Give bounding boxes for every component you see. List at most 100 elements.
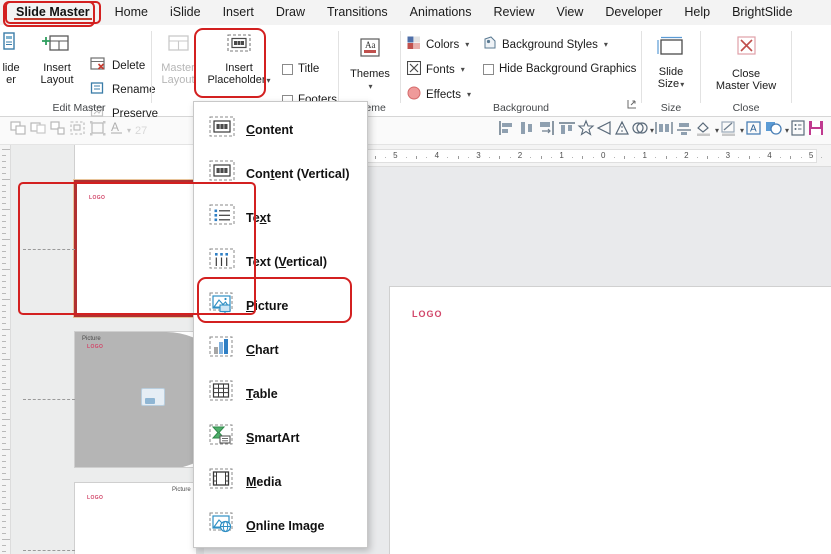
menu-item-media[interactable]: Media <box>194 460 367 504</box>
insert-placeholder-dropdown[interactable]: Content Content (Vertical) Text Text (Verti… <box>193 101 368 548</box>
thumbnail-list: LOGO Picture LOGO Picture LOGO <box>11 145 196 554</box>
tab-view[interactable]: View <box>546 0 595 25</box>
master-layout-button[interactable]: Master Layout <box>156 33 200 87</box>
ruler-tick <box>800 157 802 158</box>
rename-master-button[interactable]: Rename <box>90 81 155 99</box>
close-master-view-label-1: Close <box>731 67 761 80</box>
fill-color-icon[interactable] <box>694 119 714 142</box>
tab-draw[interactable]: Draw <box>265 0 316 25</box>
thumbnail-layout-4[interactable]: Picture LOGO <box>74 482 196 554</box>
insert-placeholder-button[interactable]: Insert Placeholder▾ <box>200 33 278 88</box>
tab-help[interactable]: Help <box>673 0 721 25</box>
menu-item-online-image[interactable]: Online Image <box>194 504 367 548</box>
thumbnail-connector-3 <box>23 399 75 400</box>
themes-button[interactable]: Aa Themes ▾ <box>347 37 393 94</box>
star-icon[interactable] <box>577 119 595 142</box>
tab-developer[interactable]: Developer <box>594 0 673 25</box>
ribbon-group-size: Slide Size▾ Size <box>642 25 700 117</box>
svg-text:A: A <box>111 120 119 134</box>
delete-master-button[interactable]: Delete <box>90 57 145 75</box>
text-placeholder-icon <box>208 203 235 233</box>
menu-item-content-vertical[interactable]: Content (Vertical) <box>194 152 367 196</box>
list-icon[interactable] <box>789 119 807 142</box>
tab-home[interactable]: Home <box>104 0 159 25</box>
save-icon[interactable] <box>807 119 825 142</box>
insert-layout-button[interactable]: Insert Layout <box>28 31 86 87</box>
ruler-tick <box>499 156 501 159</box>
fonts-button[interactable]: Fonts ▾ <box>406 60 465 78</box>
tab-transitions[interactable]: Transitions <box>316 0 399 25</box>
ruler-tick <box>665 156 667 159</box>
colors-button[interactable]: Colors ▾ <box>407 36 469 53</box>
align-left-icon[interactable] <box>497 119 517 142</box>
bring-to-front-icon[interactable] <box>8 119 28 142</box>
effects-icon <box>407 86 421 103</box>
ribbon-group-close: Close Master View Close <box>701 25 791 117</box>
slide-size-button[interactable]: Slide Size▾ <box>648 35 694 92</box>
delete-label: Delete <box>112 60 146 72</box>
slide-layout-thumbnail-pane[interactable]: LOGO Picture LOGO Picture LOGO <box>0 145 196 554</box>
ruler-tick <box>488 157 490 158</box>
group-label-edit-master: Edit Master <box>52 102 106 114</box>
slide-canvas[interactable]: LOGO <box>390 287 831 554</box>
tab-animations[interactable]: Animations <box>399 0 483 25</box>
slide-size-label-1: Slide <box>658 65 684 78</box>
menu-item-smartart[interactable]: SmartArt <box>194 416 367 460</box>
tab-slide-master[interactable]: Slide Master <box>5 1 101 24</box>
shape-format-icon[interactable] <box>764 119 784 142</box>
align-objects-icon[interactable] <box>88 119 108 142</box>
menu-item-label: Content (Vertical) <box>246 167 350 181</box>
slide-master-icon <box>0 31 28 59</box>
effects-button[interactable]: Effects ▾ <box>407 86 471 103</box>
menu-item-label: Text <box>246 211 271 225</box>
group-label-size: Size <box>660 102 682 114</box>
hide-background-graphics-checkbox[interactable] <box>483 63 494 75</box>
background-dialog-launcher[interactable] <box>627 96 637 114</box>
thumb3-curve-shape <box>75 332 196 467</box>
menu-item-picture[interactable]: Picture <box>194 284 367 328</box>
merge-shapes-icon[interactable] <box>631 119 649 142</box>
chevron-down-icon[interactable]: ▾ <box>127 126 131 135</box>
tab-brightslide[interactable]: BrightSlide <box>721 0 803 25</box>
send-to-back-icon[interactable] <box>28 119 48 142</box>
tab-islide[interactable]: iSlide <box>159 0 212 25</box>
delete-icon <box>90 57 107 75</box>
line-color-icon[interactable] <box>719 119 739 142</box>
group-objects-icon[interactable] <box>48 119 68 142</box>
insert-layout-icon <box>28 31 86 59</box>
ruler-tick <box>416 156 418 159</box>
background-styles-button[interactable]: Background Styles ▾ <box>483 36 608 53</box>
flip-horizontal-icon[interactable] <box>595 119 613 142</box>
ruler-number: 3 <box>476 151 481 160</box>
tab-review[interactable]: Review <box>483 0 546 25</box>
align-center-icon[interactable] <box>517 119 537 142</box>
thumb3-logo: LOGO <box>87 344 104 350</box>
menu-item-text-vertical[interactable]: Text (Vertical) <box>194 240 367 284</box>
title-checkbox-row[interactable]: Title <box>282 63 319 75</box>
title-checkbox[interactable] <box>282 63 293 75</box>
text-box-icon[interactable]: A <box>744 119 764 142</box>
tab-insert[interactable]: Insert <box>212 0 265 25</box>
distribute-horizontal-icon[interactable] <box>654 119 674 142</box>
menu-item-content[interactable]: Content <box>194 108 367 152</box>
thumbnail-layout-3[interactable]: Picture LOGO <box>74 331 196 468</box>
distribute-vertical-icon[interactable] <box>674 119 694 142</box>
menu-item-table[interactable]: Table <box>194 372 367 416</box>
flip-vertical-icon[interactable] <box>613 119 631 142</box>
ruler-number: 4 <box>767 151 772 160</box>
close-master-view-button[interactable]: Close Master View <box>705 35 787 93</box>
slide-logo-text: LOGO <box>412 309 443 319</box>
menu-item-label: Chart <box>246 343 279 357</box>
menu-item-text[interactable]: Text <box>194 196 367 240</box>
align-top-icon[interactable] <box>557 119 577 142</box>
hide-background-graphics-row[interactable]: Hide Background Graphics <box>483 63 636 75</box>
thumbnail-layout-2-selected[interactable]: LOGO <box>73 179 196 318</box>
align-right-icon[interactable] <box>537 119 557 142</box>
group-label-close: Close <box>732 102 760 114</box>
colors-icon <box>407 36 421 53</box>
menu-item-chart[interactable]: Chart <box>194 328 367 372</box>
select-objects-icon[interactable] <box>68 119 88 142</box>
master-layout-label-2: Layout <box>161 74 195 86</box>
text-style-icon[interactable]: A <box>108 119 126 142</box>
insert-slide-master-button[interactable]: lide er <box>0 31 28 87</box>
